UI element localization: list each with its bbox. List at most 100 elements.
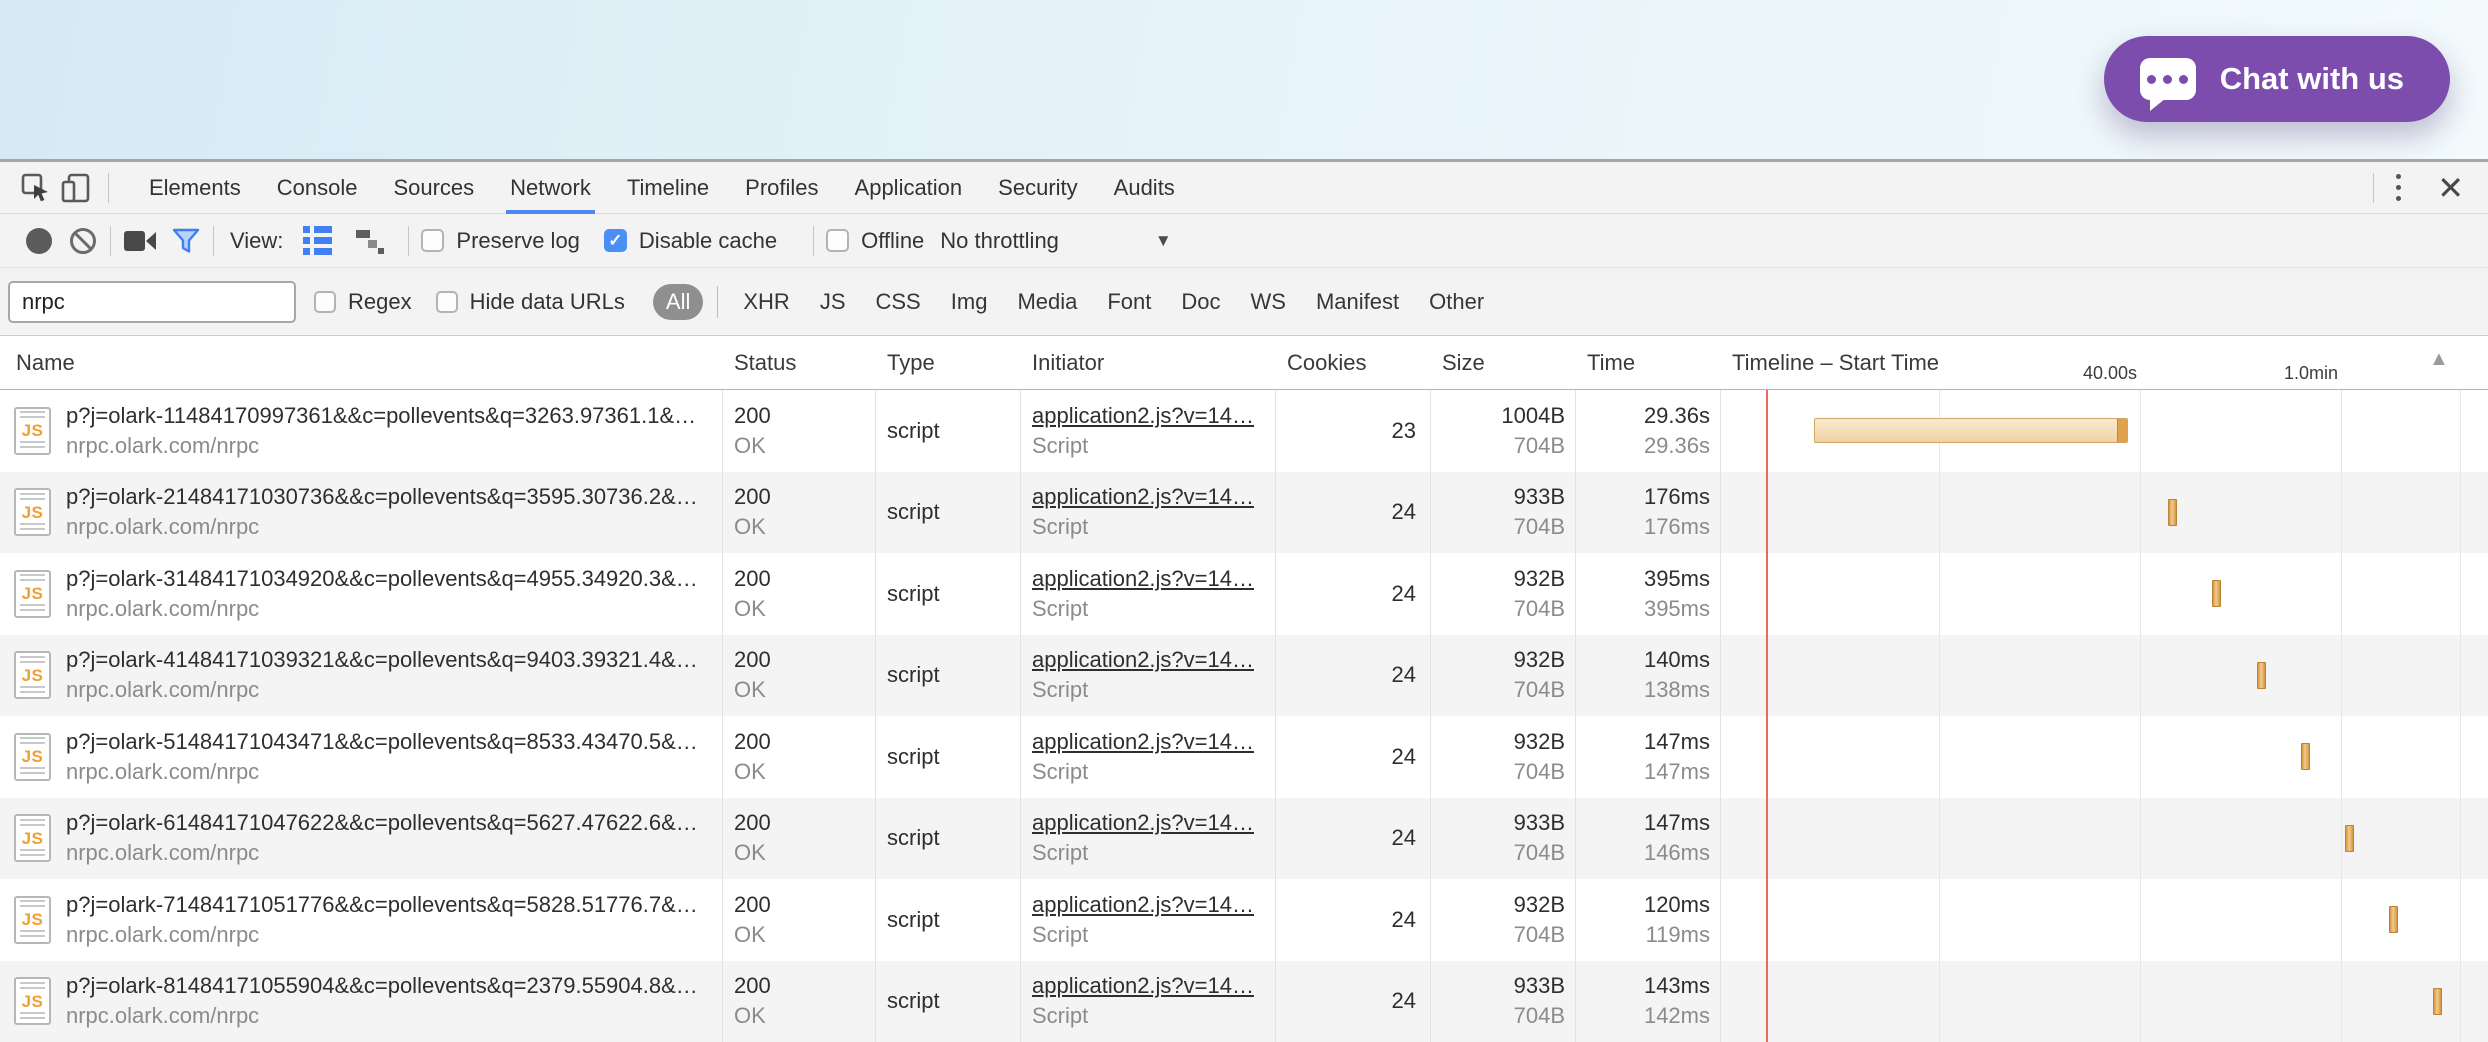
filter-icon[interactable] bbox=[171, 226, 201, 256]
tab-elements[interactable]: Elements bbox=[145, 162, 245, 214]
filter-type-manifest[interactable]: Manifest bbox=[1316, 289, 1399, 315]
initiator-link[interactable]: application2.js?v=14… bbox=[1032, 727, 1264, 757]
icon-lines bbox=[20, 1012, 46, 1021]
divider bbox=[108, 173, 109, 203]
filter-type-doc[interactable]: Doc bbox=[1181, 289, 1220, 315]
resource-type-filters: All XHR JS CSS Img Media Font Doc WS Manifest Othe… bbox=[649, 284, 1499, 320]
js-file-icon: JS bbox=[14, 570, 51, 618]
chat-with-us-button[interactable]: Chat with us bbox=[2104, 36, 2450, 122]
initiator-link[interactable]: application2.js?v=14… bbox=[1032, 564, 1264, 594]
tab-timeline[interactable]: Timeline bbox=[623, 162, 713, 214]
table-row[interactable]: JS p?j=olark-51484171043471&&c=pollevents… bbox=[0, 716, 2488, 798]
clear-network-log-icon[interactable] bbox=[68, 226, 98, 256]
js-file-icon: JS bbox=[14, 407, 51, 455]
filter-type-media[interactable]: Media bbox=[1017, 289, 1077, 315]
js-badge: JS bbox=[22, 748, 44, 765]
hide-data-urls-checkbox[interactable] bbox=[436, 291, 458, 313]
hide-data-urls-label[interactable]: Hide data URLs bbox=[470, 289, 625, 315]
tab-audits[interactable]: Audits bbox=[1110, 162, 1179, 214]
initiator-link[interactable]: application2.js?v=14… bbox=[1032, 971, 1264, 1001]
preserve-log-label[interactable]: Preserve log bbox=[456, 228, 580, 254]
column-header-status[interactable]: Status bbox=[734, 350, 796, 376]
filter-type-xhr[interactable]: XHR bbox=[743, 289, 789, 315]
regex-label[interactable]: Regex bbox=[348, 289, 412, 315]
timeline-bar[interactable] bbox=[2345, 825, 2354, 852]
initiator-link[interactable]: application2.js?v=14… bbox=[1032, 645, 1264, 675]
initiator-link[interactable]: application2.js?v=14… bbox=[1032, 890, 1264, 920]
table-row[interactable]: JSp?j=olark-21484171030736&&c=pollevents… bbox=[0, 472, 2488, 554]
initiator-type: Script bbox=[1032, 920, 1264, 950]
column-header-type[interactable]: Type bbox=[887, 350, 935, 376]
device-toolbar-icon[interactable] bbox=[56, 168, 96, 208]
js-file-icon: JS bbox=[14, 733, 51, 781]
initiator-link[interactable]: application2.js?v=14… bbox=[1032, 482, 1264, 512]
filter-input[interactable] bbox=[8, 281, 296, 323]
timeline-bar[interactable] bbox=[2257, 662, 2266, 689]
initiator-link[interactable]: application2.js?v=14… bbox=[1032, 401, 1264, 431]
status-code: 200 bbox=[734, 482, 864, 512]
timeline-bar[interactable] bbox=[2389, 906, 2398, 933]
cookies-cell: 24 bbox=[1277, 961, 1416, 1042]
filter-type-other[interactable]: Other bbox=[1429, 289, 1484, 315]
offline-label[interactable]: Offline bbox=[861, 228, 924, 254]
timeline-bar[interactable] bbox=[2301, 743, 2310, 770]
tab-security[interactable]: Security bbox=[994, 162, 1081, 214]
column-header-time[interactable]: Time bbox=[1587, 350, 1635, 376]
throttling-select[interactable]: No throttling bbox=[940, 228, 1059, 254]
icon-lines bbox=[20, 900, 46, 909]
tab-sources[interactable]: Sources bbox=[389, 162, 478, 214]
timeline-view-icon[interactable] bbox=[356, 228, 386, 254]
tab-console[interactable]: Console bbox=[273, 162, 362, 214]
table-row[interactable]: JSp?j=olark-81484171055904&&c=pollevents… bbox=[0, 961, 2488, 1042]
filter-type-all[interactable]: All bbox=[653, 284, 703, 320]
tab-profiles[interactable]: Profiles bbox=[741, 162, 822, 214]
icon-lines bbox=[20, 523, 46, 532]
timeline-bar[interactable] bbox=[2433, 988, 2442, 1015]
use-large-rows-icon[interactable] bbox=[303, 226, 332, 255]
column-header-initiator[interactable]: Initiator bbox=[1032, 350, 1104, 376]
preserve-log-checkbox[interactable] bbox=[421, 229, 444, 252]
column-header-size[interactable]: Size bbox=[1442, 350, 1485, 376]
filter-type-css[interactable]: CSS bbox=[876, 289, 921, 315]
table-row[interactable]: JSp?j=olark-61484171047622&&c=pollevents… bbox=[0, 798, 2488, 880]
table-row[interactable]: JSp?j=olark-41484171039321&&c=pollevents… bbox=[0, 635, 2488, 717]
screenshot-capture-icon[interactable] bbox=[123, 228, 157, 254]
disable-cache-label[interactable]: Disable cache bbox=[639, 228, 777, 254]
record-network-log-button[interactable] bbox=[26, 228, 52, 254]
request-name: p?j=olark-51484171043471&&c=pollevents&q… bbox=[66, 727, 714, 757]
webpage-background: Chat with us bbox=[0, 0, 2488, 159]
disable-cache-checkbox[interactable]: ✓ bbox=[604, 229, 627, 252]
cookies-count: 24 bbox=[1392, 497, 1416, 527]
request-name: p?j=olark-61484171047622&&c=pollevents&q… bbox=[66, 808, 714, 838]
more-options-icon[interactable] bbox=[2386, 168, 2411, 207]
column-header-name[interactable]: Name bbox=[16, 350, 75, 376]
inspect-element-icon[interactable] bbox=[16, 168, 56, 208]
filter-type-js[interactable]: JS bbox=[820, 289, 846, 315]
type-cell: script bbox=[887, 553, 1007, 635]
size-cell: 1004B704B bbox=[1432, 390, 1565, 472]
table-row[interactable]: JSp?j=olark-31484171034920&&c=pollevents… bbox=[0, 553, 2488, 635]
initiator-link[interactable]: application2.js?v=14… bbox=[1032, 808, 1264, 838]
column-header-timeline[interactable]: Timeline – Start Time bbox=[1732, 350, 1939, 376]
request-domain: nrpc.olark.com/nrpc bbox=[66, 757, 714, 787]
tab-application[interactable]: Application bbox=[851, 162, 967, 214]
sort-ascending-icon[interactable]: ▲ bbox=[2429, 348, 2449, 371]
timeline-bar[interactable] bbox=[2212, 580, 2221, 607]
filter-type-font[interactable]: Font bbox=[1107, 289, 1151, 315]
latency-time: 142ms bbox=[1644, 1001, 1710, 1031]
offline-checkbox[interactable] bbox=[826, 229, 849, 252]
tab-network[interactable]: Network bbox=[506, 162, 595, 214]
timeline-bar[interactable] bbox=[1814, 418, 2128, 443]
timeline-bar[interactable] bbox=[2168, 499, 2177, 526]
table-row[interactable]: JSp?j=olark-71484171051776&&c=pollevents… bbox=[0, 879, 2488, 961]
throttling-dropdown-arrow-icon[interactable]: ▼ bbox=[1155, 231, 1172, 251]
regex-checkbox[interactable] bbox=[314, 291, 336, 313]
cookies-cell: 24 bbox=[1277, 472, 1416, 554]
filter-type-ws[interactable]: WS bbox=[1251, 289, 1286, 315]
table-row[interactable]: JSp?j=olark-11484170997361&&c=pollevents… bbox=[0, 390, 2488, 472]
type-cell: script bbox=[887, 635, 1007, 717]
column-header-cookies[interactable]: Cookies bbox=[1287, 350, 1366, 376]
status-text: OK bbox=[734, 920, 864, 950]
close-devtools-icon[interactable]: ✕ bbox=[2437, 172, 2464, 204]
filter-type-img[interactable]: Img bbox=[951, 289, 988, 315]
